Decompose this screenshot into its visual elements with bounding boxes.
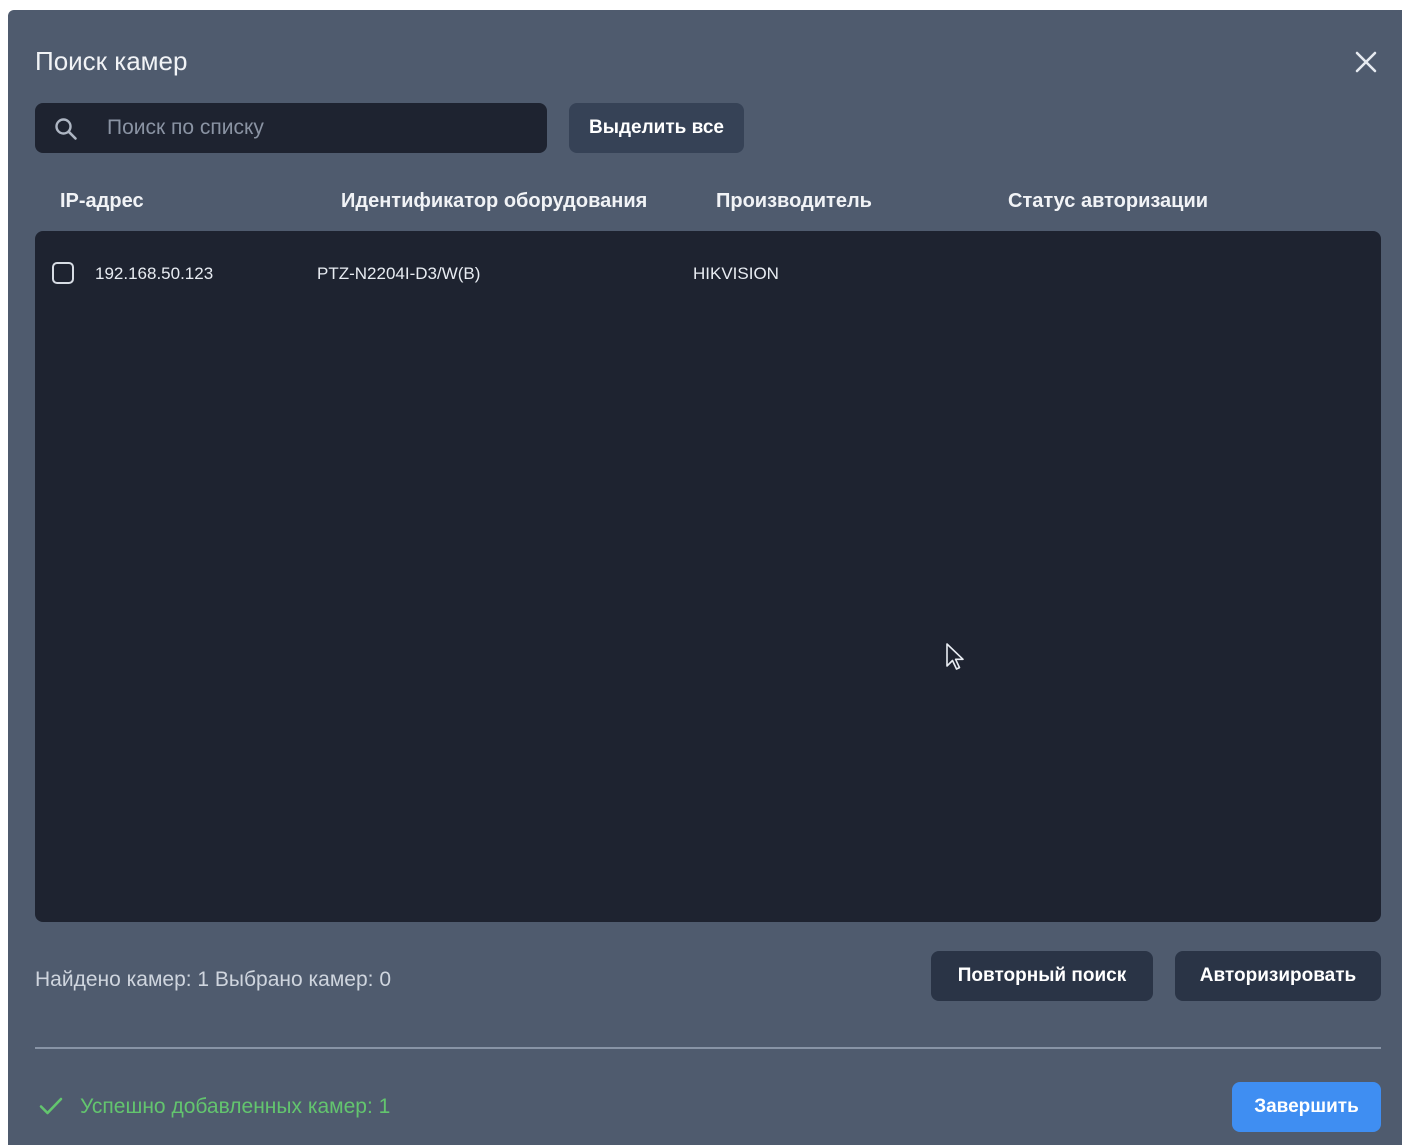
retry-search-button[interactable]: Повторный поиск (931, 951, 1153, 1001)
column-header-auth-status: Статус авторизации (1008, 190, 1209, 212)
success-message: Успешно добавленных камер: 1 (80, 1095, 391, 1118)
close-icon (1355, 51, 1377, 73)
dialog-title: Поиск камер (35, 46, 188, 76)
divider (35, 1047, 1381, 1049)
search-field[interactable] (35, 103, 547, 153)
column-header-device-id: Идентификатор оборудования (341, 190, 648, 212)
column-header-ip: IP-адрес (60, 190, 144, 212)
table-row[interactable]: 192.168.50.123 PTZ-N2204I-D3/W(B) HIKVIS… (35, 257, 1381, 287)
select-all-button[interactable]: Выделить все (569, 103, 744, 153)
row-checkbox[interactable] (52, 262, 74, 284)
cell-device-id: PTZ-N2204I-D3/W(B) (317, 264, 481, 283)
cell-manufacturer: HIKVISION (693, 264, 779, 283)
close-button[interactable] (1350, 46, 1382, 78)
camera-search-dialog: Поиск камер Выделить все IP-адрес Иденти… (8, 10, 1402, 1145)
camera-counts: Найдено камер: 1 Выбрано камер: 0 (35, 968, 391, 991)
search-icon (55, 118, 77, 140)
check-icon (39, 1097, 63, 1115)
finish-button[interactable]: Завершить (1232, 1082, 1381, 1132)
mouse-cursor-icon (946, 643, 964, 670)
authorize-button[interactable]: Авторизировать (1175, 951, 1381, 1001)
cell-ip: 192.168.50.123 (95, 264, 214, 283)
camera-list: 192.168.50.123 PTZ-N2204I-D3/W(B) HIKVIS… (35, 231, 1381, 922)
column-header-manufacturer: Производитель (716, 190, 872, 212)
search-input[interactable] (107, 103, 537, 153)
